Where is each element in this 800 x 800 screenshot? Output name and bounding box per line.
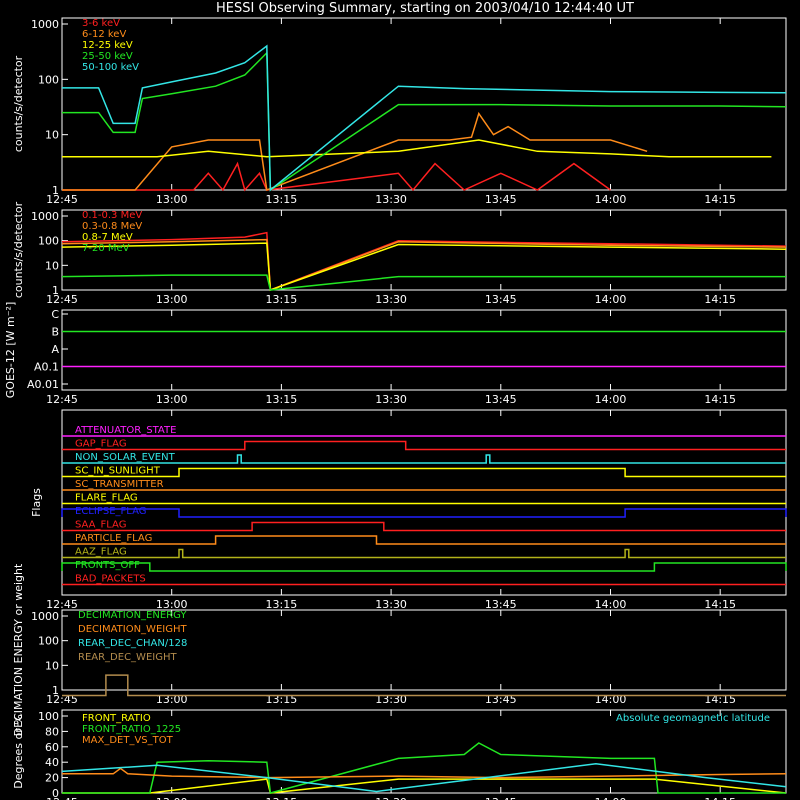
- y-tick-label: 80: [45, 725, 59, 738]
- flag-label: GAP_FLAG: [75, 439, 127, 450]
- y-tick-label: 10: [45, 129, 59, 142]
- time-tick-label: 13:45: [485, 598, 517, 611]
- y-tick-label: 1: [52, 184, 59, 197]
- time-tick-label: 13:30: [375, 193, 407, 206]
- legend-entry: 0.3-0.8 MeV: [82, 221, 142, 232]
- y-tick-label: 40: [45, 756, 59, 769]
- time-tick-label: 14:00: [595, 293, 627, 306]
- y-axis-label: GOES-12 [W m⁻²]: [4, 302, 17, 398]
- y-axis-label: counts/s/detector: [12, 201, 25, 298]
- y-tick-label: 1000: [31, 610, 59, 623]
- y-tick-label: 100: [38, 235, 59, 248]
- time-tick-label: 13:30: [375, 293, 407, 306]
- legend-entry: FRONT_RATIO: [82, 713, 151, 724]
- y-axis-label: counts/s/detector: [12, 55, 25, 152]
- time-tick-label: 14:15: [704, 393, 736, 406]
- time-tick-label: 13:15: [266, 796, 298, 800]
- time-tick-label: 13:00: [156, 393, 188, 406]
- y-tick-label: 60: [45, 741, 59, 754]
- time-tick-label: 12:45: [46, 393, 78, 406]
- time-tick-label: 13:00: [156, 598, 188, 611]
- flag-label: SC_IN_SUNLIGHT: [75, 466, 161, 477]
- y-tick-label: 10: [45, 259, 59, 272]
- time-tick-label: 13:15: [266, 393, 298, 406]
- y-tick-label: 100: [38, 635, 59, 648]
- y-tick-label: 1: [52, 684, 59, 697]
- time-tick-label: 13:45: [485, 796, 517, 800]
- y-tick-label: 100: [38, 710, 59, 723]
- y-tick-label: 0: [52, 787, 59, 800]
- time-tick-label: 14:15: [704, 293, 736, 306]
- y-tick-label: 20: [45, 772, 59, 785]
- y-axis-label: Flags: [30, 488, 43, 517]
- flag-label: NON_SOLAR_EVENT: [75, 452, 176, 463]
- time-tick-label: 14:00: [595, 796, 627, 800]
- legend-entry: REAR_DEC_WEIGHT: [78, 652, 177, 663]
- flag-label: AAZ_FLAG: [75, 547, 127, 558]
- time-tick-label: 14:15: [704, 598, 736, 611]
- y-tick-label: C: [51, 308, 59, 321]
- time-tick-label: 12:45: [46, 293, 78, 306]
- y-tick-label: A0.01: [27, 378, 59, 391]
- y-axis-label: Degrees or %: [12, 714, 25, 788]
- flag-label: ECLIPSE_FLAG: [75, 506, 146, 517]
- y-tick-label: 1000: [31, 18, 59, 31]
- y-tick-label: 1000: [31, 210, 59, 223]
- legend-entry: DECIMATION_ENERGY: [78, 610, 187, 621]
- figure-title: HESSI Observing Summary, starting on 200…: [216, 1, 634, 16]
- time-tick-label: 14:00: [595, 193, 627, 206]
- time-tick-label: 13:15: [266, 293, 298, 306]
- legend-entry: 3-6 keV: [82, 18, 120, 29]
- flag-label: ATTENUATOR_STATE: [75, 425, 176, 436]
- time-tick-label: 13:45: [485, 393, 517, 406]
- time-tick-label: 12:45: [46, 598, 78, 611]
- legend-entry: 6-12 keV: [82, 29, 126, 40]
- flag-label: SC_TRANSMITTER: [75, 479, 164, 490]
- legend-entry: 0.1-0.3 MeV: [82, 210, 142, 221]
- legend-entry: FRONT_RATIO_1225: [82, 724, 181, 735]
- time-tick-label: 13:45: [485, 293, 517, 306]
- time-tick-label: 14:00: [595, 598, 627, 611]
- y-tick-label: 10: [45, 659, 59, 672]
- flag-label: PARTICLE_FLAG: [75, 533, 152, 544]
- flag-label: FRONTS_OFF: [75, 560, 140, 571]
- time-tick-label: 13:00: [156, 193, 188, 206]
- y-tick-label: B: [51, 326, 59, 339]
- legend-entry: 50-100 keV: [82, 62, 139, 73]
- hessi-summary-figure: HESSI Observing Summary, starting on 200…: [0, 0, 800, 800]
- time-tick-label: 12:45: [46, 796, 78, 800]
- time-tick-label: 13:15: [266, 193, 298, 206]
- time-tick-label: 13:30: [375, 796, 407, 800]
- time-tick-label: 14:15: [704, 796, 736, 800]
- time-tick-label: 14:00: [595, 393, 627, 406]
- legend-entry: 7-20 MeV: [82, 243, 130, 254]
- flag-label: BAD_PACKETS: [75, 574, 146, 585]
- legend-entry: 25-50 keV: [82, 51, 133, 62]
- y-tick-label: A: [51, 343, 59, 356]
- legend-entry: REAR_DEC_CHAN/128: [78, 638, 187, 649]
- legend-entry: 0.8-7 MeV: [82, 232, 133, 243]
- legend-entry: 12-25 keV: [82, 40, 133, 51]
- time-tick-label: 12:45: [46, 193, 78, 206]
- time-tick-label: 13:30: [375, 393, 407, 406]
- legend-entry: MAX_DET_VS_TOT: [82, 735, 174, 746]
- time-tick-label: 13:00: [156, 293, 188, 306]
- y-tick-label: 1: [52, 284, 59, 297]
- time-tick-label: 13:00: [156, 796, 188, 800]
- y-axis-label: DECIMATION ENERGY or weight: [12, 563, 25, 736]
- y-tick-label: 100: [38, 73, 59, 86]
- flag-label: FLARE_FLAG: [75, 493, 138, 504]
- time-tick-label: 13:15: [266, 598, 298, 611]
- y-tick-label: A0.1: [34, 361, 59, 374]
- time-tick-label: 14:15: [704, 193, 736, 206]
- time-tick-label: 13:30: [375, 598, 407, 611]
- flag-label: SAA_FLAG: [75, 520, 126, 531]
- legend-entry: Absolute geomagnetic latitude: [616, 713, 770, 724]
- legend-entry: DECIMATION_WEIGHT: [78, 624, 187, 635]
- time-tick-label: 13:45: [485, 193, 517, 206]
